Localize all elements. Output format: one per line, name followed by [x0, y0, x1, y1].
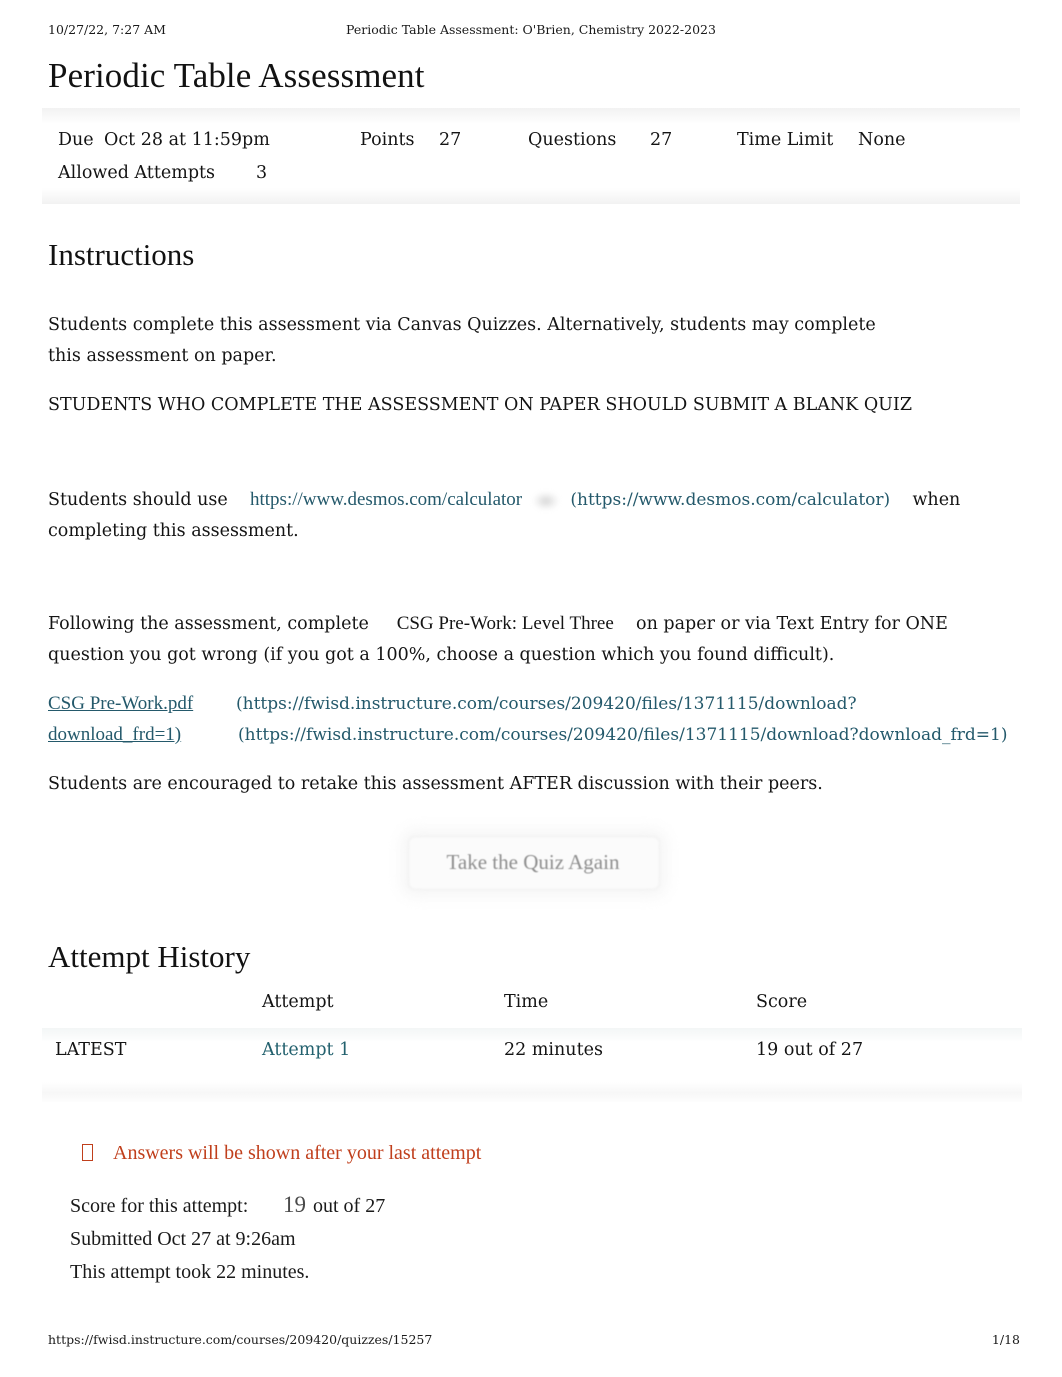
instructions-paragraph-2: STUDENTS WHO COMPLETE THE ASSESSMENT ON …: [48, 395, 912, 415]
column-header-score: Score: [756, 992, 808, 1012]
score-summary: Score for this attempt: 19 out of 27 Sub…: [70, 1190, 870, 1289]
csg-prework-url-line-2: (https://fwisd.instructure.com/courses/2…: [238, 725, 1008, 745]
instructions-paragraph-1: Students complete this assessment via Ca…: [48, 315, 876, 366]
answers-notice: Answers will be shown after your last at…: [82, 1142, 782, 1172]
csg-prework-url-line-1: (https://fwisd.instructure.com/courses/2…: [236, 694, 857, 714]
file-link-row-2: download_frd=1) (https://fwisd.instructu…: [48, 719, 1028, 750]
csg-prework-file-link-block: CSG Pre-Work.pdf (https://fwisd.instruct…: [48, 688, 1028, 750]
score-label: Score for this attempt:: [70, 1195, 249, 1217]
redaction-smudge-icon: [533, 491, 560, 510]
csg-prework-pdf-link-continued[interactable]: download_frd=1): [48, 719, 181, 750]
quiz-results-page: 10/27/22, 7:27 AM Periodic Table Assessm…: [0, 0, 1062, 1377]
print-header-title: Periodic Table Assessment: O'Brien, Chem…: [346, 22, 716, 37]
table-bottom-shade: [42, 1082, 1022, 1102]
prework-sentence-lead: Following the assessment, complete: [48, 614, 369, 634]
page-title: Periodic Table Assessment: [48, 56, 425, 95]
allowed-attempts-value: 3: [256, 163, 268, 183]
attempt-status-badge: LATEST: [55, 1040, 127, 1060]
table-header-row: Attempt Time Score: [42, 992, 1022, 1026]
score-line: Score for this attempt: 19 out of 27: [70, 1190, 870, 1223]
instructions-paragraph-6: Students are encouraged to retake this a…: [48, 774, 823, 794]
duration-line: This attempt took 22 minutes.: [70, 1256, 870, 1289]
table-row: LATEST Attempt 1 22 minutes 19 out of 27: [42, 1040, 1022, 1072]
questions-label: Questions: [528, 130, 617, 150]
attempt-score-value: 19 out of 27: [756, 1040, 864, 1060]
print-footer-page-number: 1/18: [991, 1332, 1020, 1347]
score-value: 19: [283, 1192, 306, 1217]
submitted-line: Submitted Oct 27 at 9:26am: [70, 1223, 870, 1256]
desmos-calculator-url: (https://www.desmos.com/calculator): [570, 490, 891, 510]
due-value: Oct 28 at 11:59pm: [104, 130, 270, 150]
answers-notice-text: Answers will be shown after your last at…: [113, 1142, 482, 1164]
attempt-1-link[interactable]: Attempt 1: [262, 1040, 350, 1060]
band-shade-top: [42, 108, 1020, 124]
time-limit-label: Time Limit: [737, 130, 834, 150]
desmos-sentence-lead: Students should use: [48, 490, 228, 510]
quiz-details-band: Due Oct 28 at 11:59pm Points 27 Question…: [42, 108, 1020, 204]
attempt-time-value: 22 minutes: [504, 1040, 603, 1060]
print-header: 10/27/22, 7:27 AM Periodic Table Assessm…: [0, 22, 1062, 44]
duration-text: This attempt took 22 minutes.: [70, 1261, 310, 1283]
instructions-paragraph-3: Students should use https://www.desmos.c…: [48, 484, 1028, 547]
due-label: Due: [58, 130, 94, 150]
band-shade-bottom: [42, 188, 1020, 204]
print-footer: https://fwisd.instructure.com/courses/20…: [0, 1332, 1062, 1352]
print-footer-url: https://fwisd.instructure.com/courses/20…: [48, 1332, 433, 1347]
warning-tofu-icon: [82, 1144, 93, 1161]
score-out-of: out of 27: [313, 1195, 386, 1217]
take-quiz-again-button-label: Take the Quiz Again: [446, 850, 620, 874]
questions-value: 27: [650, 130, 673, 150]
attempt-history-table: Attempt Time Score LATEST Attempt 1 22 m…: [42, 992, 1022, 1102]
time-limit-value: None: [858, 130, 906, 150]
points-value: 27: [439, 130, 462, 150]
column-header-time: Time: [504, 992, 549, 1012]
desmos-calculator-link[interactable]: https://www.desmos.com/calculator: [250, 489, 522, 510]
allowed-attempts-label: Allowed Attempts: [58, 163, 216, 183]
instructions-paragraph-4: Following the assessment, complete CSG P…: [48, 608, 1008, 671]
csg-prework-pdf-link[interactable]: CSG Pre-Work.pdf: [48, 688, 193, 719]
submitted-text: Submitted Oct 27 at 9:26am: [70, 1228, 296, 1250]
file-link-row-1: CSG Pre-Work.pdf (https://fwisd.instruct…: [48, 688, 1028, 719]
column-header-attempt: Attempt: [262, 992, 334, 1012]
take-quiz-again-button[interactable]: Take the Quiz Again: [408, 836, 660, 890]
csg-prework-title: CSG Pre-Work: Level Three: [396, 613, 614, 634]
instructions-heading: Instructions: [48, 237, 195, 272]
attempt-history-heading: Attempt History: [48, 939, 251, 974]
points-label: Points: [360, 130, 415, 150]
